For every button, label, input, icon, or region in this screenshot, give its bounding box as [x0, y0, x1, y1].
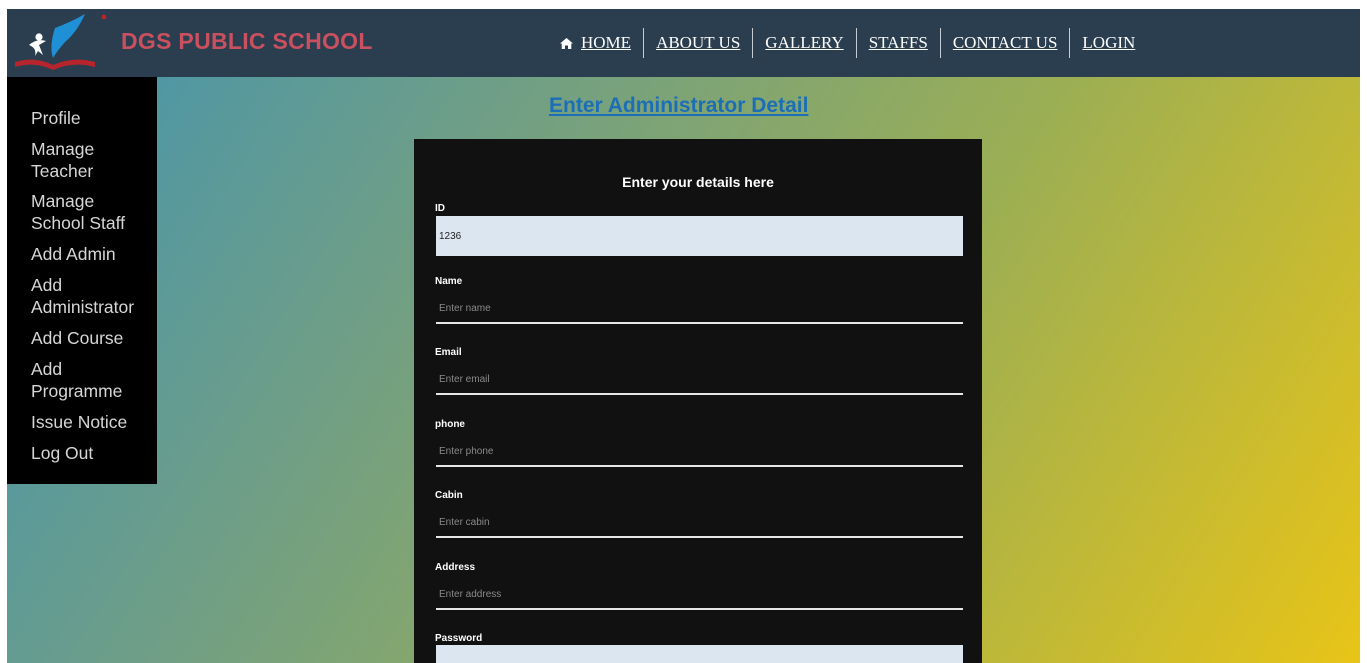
brand-name: DGS PUBLIC SCHOOL: [121, 28, 373, 54]
cabin-label: Cabin: [435, 490, 463, 501]
sidebar: Profile Manage Teacher Manage School Sta…: [7, 77, 157, 484]
navbar: DGS PUBLIC SCHOOL HOME ABOUT US GALLERY …: [7, 9, 1360, 77]
sidebar-item-add-programme[interactable]: Add Programme: [31, 358, 151, 402]
school-logo-icon[interactable]: [13, 12, 117, 74]
address-label: Address: [435, 562, 476, 573]
id-input[interactable]: [436, 216, 963, 256]
sidebar-item-add-administrator[interactable]: Add Administrator: [31, 274, 151, 318]
page-title[interactable]: Enter Administrator Detail: [549, 94, 808, 118]
phone-input[interactable]: [436, 437, 963, 467]
password-input[interactable]: [436, 645, 963, 663]
page: DGS PUBLIC SCHOOL HOME ABOUT US GALLERY …: [7, 9, 1360, 663]
home-icon: [560, 38, 573, 49]
email-input[interactable]: [436, 365, 963, 395]
sidebar-item-profile[interactable]: Profile: [31, 107, 151, 129]
id-label: ID: [435, 203, 445, 214]
sidebar-item-add-course[interactable]: Add Course: [31, 327, 151, 349]
email-label: Email: [435, 347, 462, 358]
sidebar-item-manage-teacher[interactable]: Manage Teacher: [31, 138, 151, 182]
sidebar-item-log-out[interactable]: Log Out: [31, 442, 151, 464]
form-heading: Enter your details here: [622, 174, 774, 190]
name-input[interactable]: [436, 294, 963, 324]
nav-home-label: HOME: [581, 33, 632, 52]
cabin-input[interactable]: [436, 508, 963, 538]
sidebar-item-manage-school-staff[interactable]: Manage School Staff: [31, 190, 151, 234]
nav-staffs-link[interactable]: STAFFS: [855, 28, 940, 58]
admin-form-card: Enter your details here ID Name Email ph…: [414, 139, 982, 663]
phone-label: phone: [435, 419, 465, 430]
nav-about-link[interactable]: ABOUT US: [643, 28, 752, 58]
nav-contact-link[interactable]: CONTACT US: [939, 28, 1070, 58]
sidebar-item-issue-notice[interactable]: Issue Notice: [31, 411, 151, 433]
sidebar-item-add-admin[interactable]: Add Admin: [31, 243, 151, 265]
nav-login-link[interactable]: LOGIN: [1069, 28, 1147, 58]
nav-home-link[interactable]: HOME: [550, 28, 643, 58]
password-label: Password: [435, 633, 483, 644]
nav-gallery-link[interactable]: GALLERY: [752, 28, 855, 58]
main-nav: HOME ABOUT US GALLERY STAFFS CONTACT US …: [550, 28, 1147, 58]
name-label: Name: [435, 276, 463, 287]
address-input[interactable]: [436, 580, 963, 610]
